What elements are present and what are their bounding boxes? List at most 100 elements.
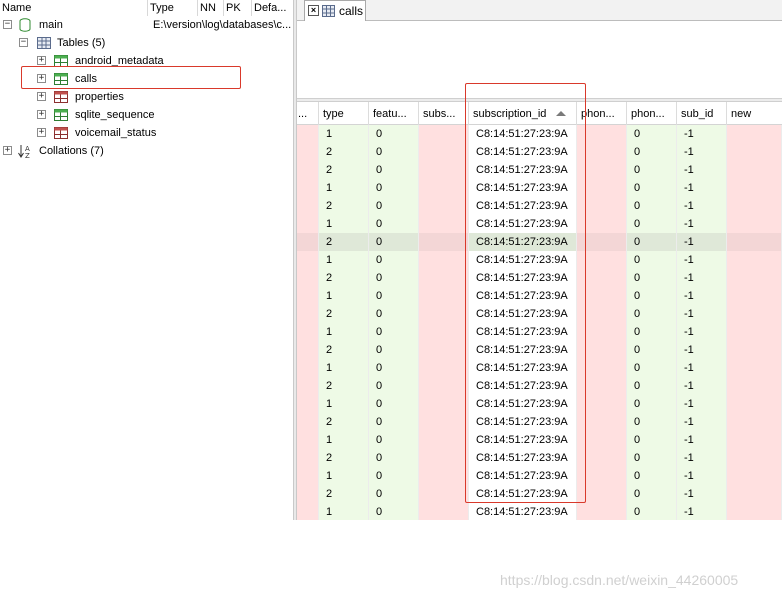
sub-id-cell[interactable]: -1	[677, 125, 727, 143]
new-cell[interactable]	[727, 233, 782, 251]
phone-account-cell[interactable]: 0	[627, 413, 677, 431]
column-header[interactable]: subs...	[419, 102, 469, 125]
type-cell[interactable]: 1	[319, 431, 369, 449]
close-icon[interactable]: ×	[308, 5, 319, 16]
row-marker-cell[interactable]	[297, 179, 319, 197]
type-cell[interactable]: 2	[319, 233, 369, 251]
type-cell[interactable]: 1	[319, 323, 369, 341]
new-cell[interactable]	[727, 179, 782, 197]
phone-account-cell[interactable]: 0	[627, 305, 677, 323]
features-cell[interactable]: 0	[369, 251, 419, 269]
tab-calls[interactable]: × calls	[304, 0, 366, 21]
sub-id-cell[interactable]: -1	[677, 233, 727, 251]
subs-cell[interactable]	[419, 215, 469, 233]
type-cell[interactable]: 2	[319, 341, 369, 359]
type-cell[interactable]: 2	[319, 377, 369, 395]
type-cell[interactable]: 1	[319, 359, 369, 377]
column-header[interactable]: phon...	[627, 102, 677, 125]
subs-cell[interactable]	[419, 143, 469, 161]
type-cell[interactable]: 2	[319, 197, 369, 215]
phone-account-cell[interactable]: 0	[627, 125, 677, 143]
subs-cell[interactable]	[419, 377, 469, 395]
subs-cell[interactable]	[419, 431, 469, 449]
type-cell[interactable]: 2	[319, 413, 369, 431]
tree-row-table[interactable]: + properties	[0, 88, 293, 106]
features-cell[interactable]: 0	[369, 179, 419, 197]
new-cell[interactable]	[727, 287, 782, 305]
new-cell[interactable]	[727, 413, 782, 431]
new-cell[interactable]	[727, 485, 782, 503]
phone-account-cell[interactable]: 0	[627, 359, 677, 377]
features-cell[interactable]: 0	[369, 377, 419, 395]
subs-cell[interactable]	[419, 161, 469, 179]
features-cell[interactable]: 0	[369, 305, 419, 323]
tree-row-main[interactable]: − main E:\version\log\databases\c...	[0, 16, 293, 34]
row-marker-cell[interactable]	[297, 467, 319, 485]
tree-row-collations[interactable]: + A Z Collations (7)	[0, 142, 293, 160]
type-cell[interactable]: 1	[319, 467, 369, 485]
subs-cell[interactable]	[419, 287, 469, 305]
type-cell[interactable]: 2	[319, 485, 369, 503]
column-header[interactable]: ...	[297, 102, 319, 125]
tree-col-name[interactable]: Name	[0, 0, 148, 16]
row-marker-cell[interactable]	[297, 305, 319, 323]
subs-cell[interactable]	[419, 395, 469, 413]
phone-account-cell[interactable]: 0	[627, 197, 677, 215]
phone-account-cell[interactable]: 0	[627, 377, 677, 395]
type-cell[interactable]: 1	[319, 287, 369, 305]
row-marker-cell[interactable]	[297, 341, 319, 359]
features-cell[interactable]: 0	[369, 467, 419, 485]
row-marker-cell[interactable]	[297, 359, 319, 377]
subs-cell[interactable]	[419, 449, 469, 467]
subs-cell[interactable]	[419, 503, 469, 520]
sub-id-cell[interactable]: -1	[677, 467, 727, 485]
type-cell[interactable]: 2	[319, 269, 369, 287]
row-marker-cell[interactable]	[297, 413, 319, 431]
row-marker-cell[interactable]	[297, 125, 319, 143]
subscription-id-cell[interactable]: C8:14:51:27:23:9A	[469, 503, 577, 520]
row-marker-cell[interactable]	[297, 395, 319, 413]
features-cell[interactable]: 0	[369, 413, 419, 431]
new-cell[interactable]	[727, 251, 782, 269]
features-cell[interactable]: 0	[369, 215, 419, 233]
subs-cell[interactable]	[419, 341, 469, 359]
phone-account-cell[interactable]: 0	[627, 233, 677, 251]
features-cell[interactable]: 0	[369, 269, 419, 287]
phone-account-cell[interactable]: 0	[627, 143, 677, 161]
phone-account-cell[interactable]: 0	[627, 161, 677, 179]
subs-cell[interactable]	[419, 197, 469, 215]
row-marker-cell[interactable]	[297, 485, 319, 503]
sub-id-cell[interactable]: -1	[677, 215, 727, 233]
sub-id-cell[interactable]: -1	[677, 359, 727, 377]
type-cell[interactable]: 2	[319, 161, 369, 179]
new-cell[interactable]	[727, 395, 782, 413]
sub-id-cell[interactable]: -1	[677, 179, 727, 197]
tree-row-table[interactable]: + voicemail_status	[0, 124, 293, 142]
phone-account-cell[interactable]: 0	[627, 269, 677, 287]
new-cell[interactable]	[727, 215, 782, 233]
phone-account-cell[interactable]: 0	[627, 485, 677, 503]
row-marker-cell[interactable]	[297, 233, 319, 251]
features-cell[interactable]: 0	[369, 359, 419, 377]
column-header[interactable]: featu...	[369, 102, 419, 125]
features-cell[interactable]: 0	[369, 449, 419, 467]
new-cell[interactable]	[727, 161, 782, 179]
sub-id-cell[interactable]: -1	[677, 413, 727, 431]
type-cell[interactable]: 2	[319, 449, 369, 467]
phone-account-cell[interactable]: 0	[627, 431, 677, 449]
phone-cell[interactable]	[577, 503, 627, 520]
tree-col-nn[interactable]: NN	[198, 0, 224, 16]
column-header-new[interactable]: new	[727, 102, 782, 125]
tree-row-tables[interactable]: − Tables (5)	[0, 34, 293, 52]
row-marker-cell[interactable]	[297, 251, 319, 269]
collapse-icon[interactable]: −	[3, 20, 12, 29]
expand-icon[interactable]: +	[37, 56, 46, 65]
type-cell[interactable]: 1	[319, 125, 369, 143]
sub-id-cell[interactable]: -1	[677, 251, 727, 269]
row-marker-cell[interactable]	[297, 269, 319, 287]
expand-icon[interactable]: +	[37, 92, 46, 101]
type-cell[interactable]: 1	[319, 395, 369, 413]
new-cell[interactable]	[727, 359, 782, 377]
phone-account-cell[interactable]: 0	[627, 449, 677, 467]
row-marker-cell[interactable]	[297, 215, 319, 233]
